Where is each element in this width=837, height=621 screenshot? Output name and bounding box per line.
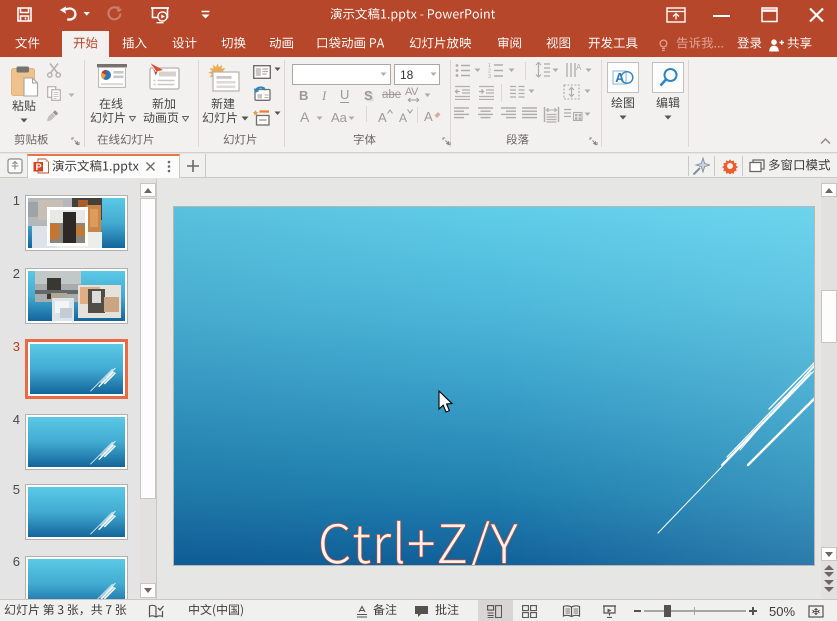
svg-text:A: A [576,63,582,72]
svg-text:P: P [36,162,42,172]
svg-text:3: 3 [488,74,491,78]
